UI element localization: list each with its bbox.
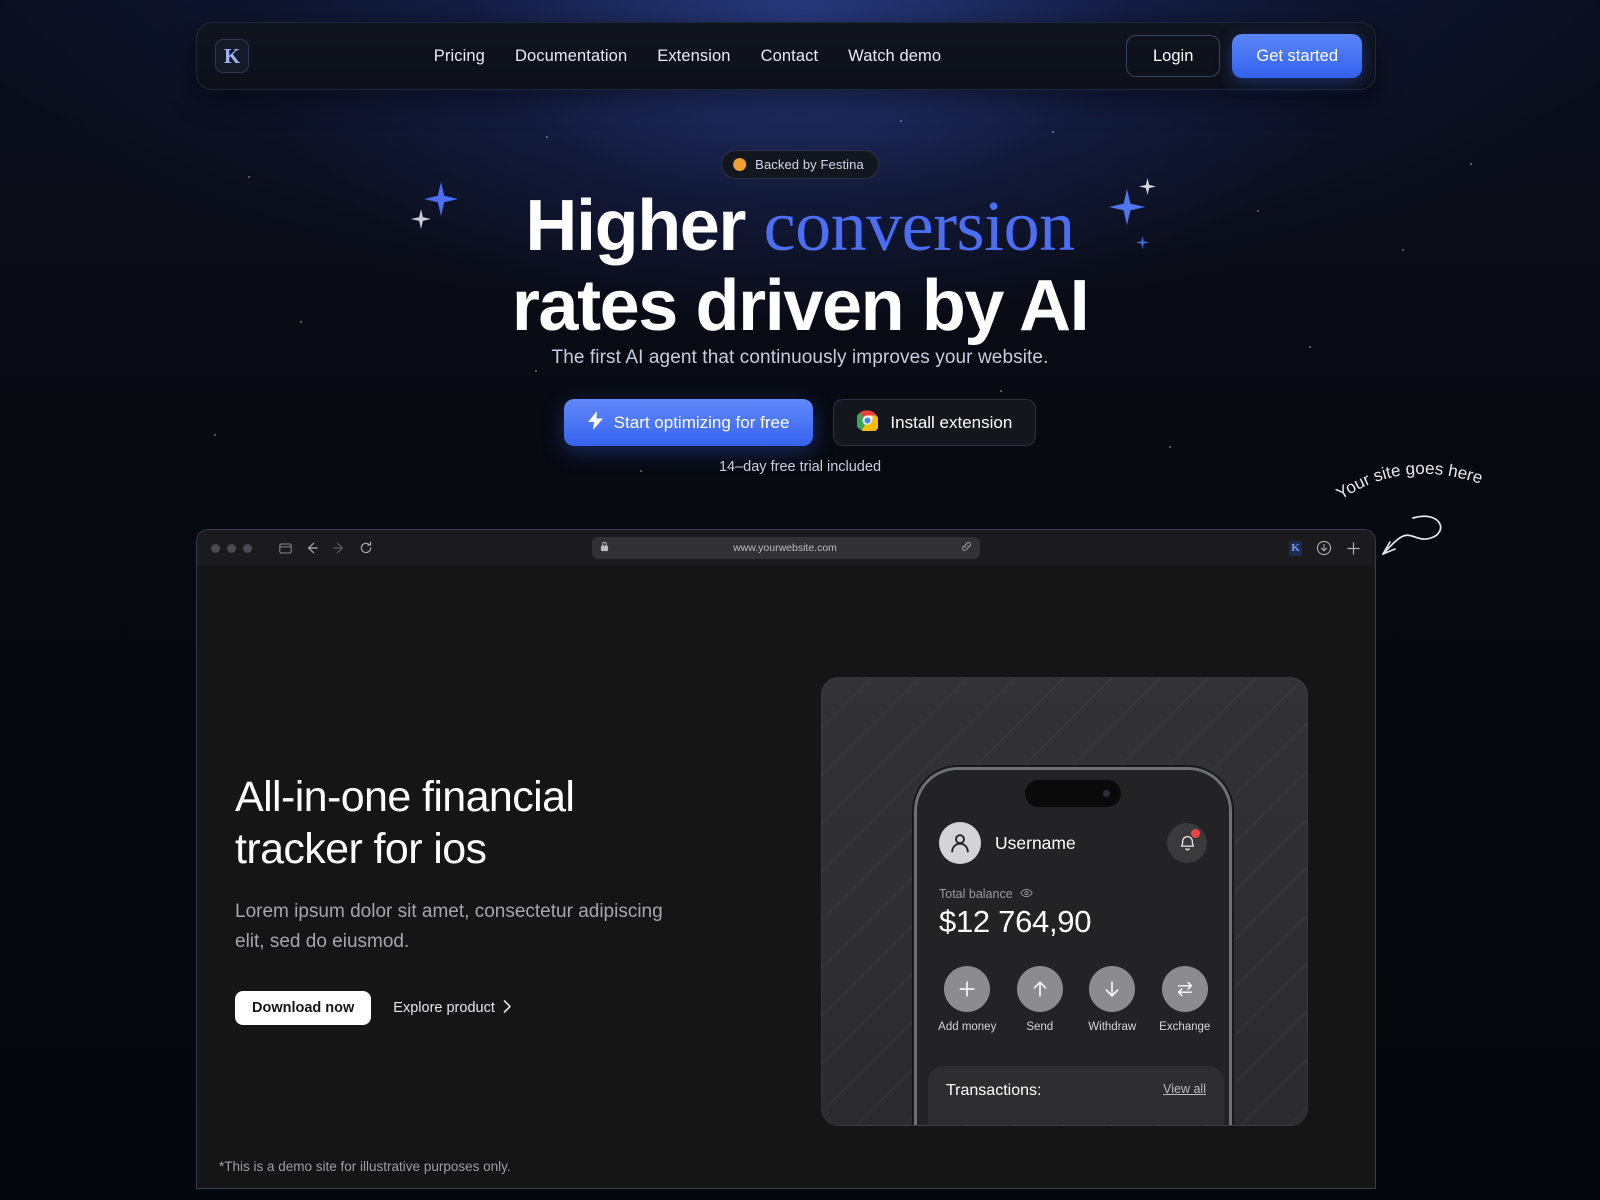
browser-toolbar: www.yourwebsite.com K xyxy=(197,530,1375,566)
phone-screen: Username Total balance $12 764,90 Add mo… xyxy=(917,770,1229,1125)
headline-emphasis: conversion xyxy=(763,186,1075,266)
transactions-panel: Transactions: View all xyxy=(928,1066,1224,1125)
page-title: Higher conversion rates driven by AI xyxy=(0,186,1600,346)
svg-text:Your site goes here: Your site goes here xyxy=(1335,459,1485,504)
lock-icon xyxy=(600,539,609,557)
nav-link-extension[interactable]: Extension xyxy=(657,47,730,66)
status-badge: Backed by Festina xyxy=(721,150,879,179)
link-share-icon[interactable] xyxy=(961,539,972,557)
nav-actions: Login Get started xyxy=(1126,34,1362,78)
hero-subtitle: The first AI agent that continuously imp… xyxy=(551,347,1049,368)
logo[interactable]: K xyxy=(215,39,249,73)
action-send[interactable]: Send xyxy=(1009,966,1071,1033)
app-header: Username xyxy=(917,822,1229,864)
balance-value: $12 764,90 xyxy=(939,904,1092,939)
chrome-icon xyxy=(855,409,880,436)
download-now-button[interactable]: Download now xyxy=(235,991,372,1025)
extension-icon[interactable]: K xyxy=(1289,540,1302,556)
arrow-up-icon xyxy=(1016,966,1063,1012)
start-optimizing-label: Start optimizing for free xyxy=(613,412,790,432)
explore-product-link[interactable]: Explore product xyxy=(393,999,512,1017)
sidebar-toggle-icon[interactable] xyxy=(279,542,292,555)
phone-notch xyxy=(1025,780,1121,807)
nav-link-contact[interactable]: Contact xyxy=(761,47,819,66)
action-label: Exchange xyxy=(1159,1021,1211,1033)
start-optimizing-button[interactable]: Start optimizing for free xyxy=(563,399,814,446)
reload-icon[interactable] xyxy=(359,541,373,555)
browser-viewport: All-in-one financial tracker for ios Lor… xyxy=(197,566,1375,1188)
eye-icon[interactable] xyxy=(1019,887,1033,901)
window-controls[interactable] xyxy=(211,543,252,553)
login-button[interactable]: Login xyxy=(1126,35,1221,77)
quick-actions: Add money Send Withdraw Exchange xyxy=(931,966,1221,1033)
view-all-link[interactable]: View all xyxy=(1163,1082,1206,1096)
action-label: Withdraw xyxy=(1088,1021,1137,1033)
headline-line-2: rates driven by AI xyxy=(511,266,1090,346)
action-exchange[interactable]: Exchange xyxy=(1154,966,1216,1033)
arrow-down-icon xyxy=(1089,966,1136,1012)
nav-link-pricing[interactable]: Pricing xyxy=(434,47,485,66)
transactions-title: Transactions: xyxy=(946,1082,1042,1099)
back-arrow-icon[interactable] xyxy=(305,541,319,555)
annotation-text: Your site goes here xyxy=(1335,459,1485,504)
demo-disclaimer: *This is a demo site for illustrative pu… xyxy=(219,1159,511,1174)
action-withdraw[interactable]: Withdraw xyxy=(1081,966,1143,1033)
lightning-bolt-icon xyxy=(587,410,603,435)
nav-links: Pricing Documentation Extension Contact … xyxy=(249,47,1126,66)
headline-line-1: Higher conversion xyxy=(525,186,1075,266)
forward-arrow-icon[interactable] xyxy=(332,541,346,555)
action-label: Add money xyxy=(938,1021,997,1033)
avatar[interactable] xyxy=(939,822,981,864)
balance-label-row: Total balance xyxy=(939,887,1033,901)
username-label: Username xyxy=(995,832,1076,853)
phone-mockup: Username Total balance $12 764,90 Add mo… xyxy=(914,767,1232,1125)
camera-icon xyxy=(1103,790,1110,797)
demo-cta-row: Download now Explore product xyxy=(235,991,665,1025)
phone-showcase-card: Username Total balance $12 764,90 Add mo… xyxy=(821,677,1308,1126)
badge-dot-icon xyxy=(733,158,747,171)
notification-badge xyxy=(1191,829,1200,838)
badge-label: Backed by Festina xyxy=(755,157,864,172)
new-tab-plus-icon[interactable] xyxy=(1346,541,1361,556)
nav-link-documentation[interactable]: Documentation xyxy=(515,47,627,66)
browser-mockup: www.yourwebsite.com K All-in-one financi… xyxy=(196,529,1376,1189)
explore-product-label: Explore product xyxy=(393,1000,495,1016)
demo-hero-copy: All-in-one financial tracker for ios Lor… xyxy=(235,771,665,1025)
install-extension-button[interactable]: Install extension xyxy=(833,399,1037,446)
navbar: K Pricing Documentation Extension Contac… xyxy=(196,22,1376,90)
url-text: www.yourwebsite.com xyxy=(733,542,837,554)
chevron-right-icon xyxy=(503,999,512,1017)
hero-cta-row: Start optimizing for free Install extens… xyxy=(0,399,1600,446)
address-bar[interactable]: www.yourwebsite.com xyxy=(592,537,980,559)
download-icon[interactable] xyxy=(1316,540,1332,556)
get-started-button[interactable]: Get started xyxy=(1232,34,1362,78)
notifications-button[interactable] xyxy=(1167,823,1207,863)
action-label: Send xyxy=(1026,1021,1054,1033)
headline-part-1: Higher xyxy=(525,186,764,266)
total-balance-label: Total balance xyxy=(939,887,1013,901)
logo-letter: K xyxy=(223,43,241,68)
demo-title: All-in-one financial tracker for ios xyxy=(235,773,575,873)
nav-link-watch-demo[interactable]: Watch demo xyxy=(848,47,941,66)
plus-icon xyxy=(944,966,991,1012)
demo-subtitle: Lorem ipsum dolor sit amet, consectetur … xyxy=(235,901,663,952)
install-extension-label: Install extension xyxy=(890,412,1013,432)
action-add-money[interactable]: Add money xyxy=(936,966,998,1033)
exchange-icon xyxy=(1161,966,1208,1012)
